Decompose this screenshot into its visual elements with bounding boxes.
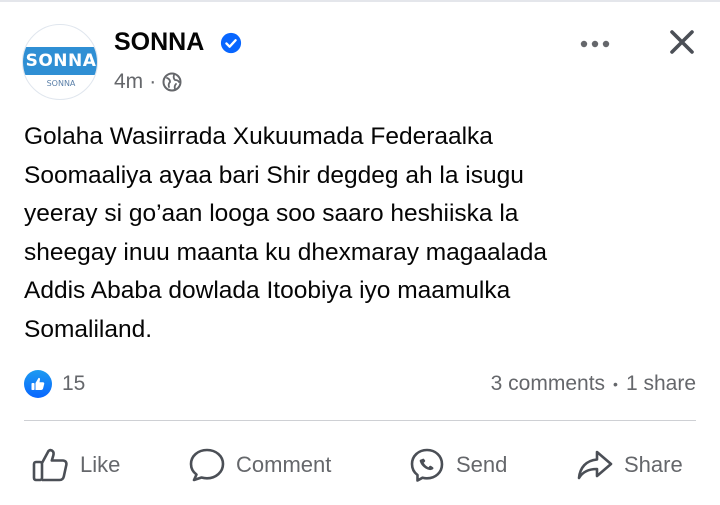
send-button[interactable]: Send (408, 440, 507, 490)
globe-icon (162, 72, 182, 92)
more-options-button[interactable] (574, 32, 616, 56)
page-name[interactable]: SONNA (114, 28, 204, 57)
post-meta: 4m · (114, 70, 182, 94)
thumbs-up-icon (32, 448, 68, 482)
comment-count[interactable]: 3 comments (491, 372, 605, 396)
meta-separator: · (149, 70, 157, 93)
share-count[interactable]: 1 share (626, 372, 696, 396)
send-label: Send (456, 452, 508, 477)
logo-text: SONNA (25, 51, 97, 71)
comment-bubble-icon (189, 448, 225, 482)
verified-badge-icon (220, 32, 242, 54)
close-icon (670, 30, 694, 54)
thumbs-up-mini-icon (31, 377, 45, 390)
comment-button[interactable]: Comment (188, 440, 331, 490)
post-stats: 15 3 comments • 1 share (0, 368, 720, 402)
post-text: Golaha Wasiirrada Xukuumada Federaalka S… (24, 123, 548, 343)
like-label: Like (80, 452, 121, 477)
stats-separator: • (613, 376, 618, 392)
logo-subtext: SONNA (46, 79, 76, 88)
avatar[interactable]: SONNA SONNA (22, 24, 98, 100)
action-bar: Like Comment Send Share (0, 440, 720, 490)
stats-right: 3 comments • 1 share (491, 372, 696, 396)
like-button[interactable]: Like (32, 440, 120, 490)
share-label: Share (624, 452, 683, 477)
actions-divider (24, 420, 696, 421)
like-reaction-icon[interactable] (24, 370, 52, 398)
close-button[interactable] (662, 22, 702, 62)
comment-label: Comment (236, 452, 332, 477)
share-button[interactable]: Share (576, 440, 683, 490)
top-divider (0, 0, 720, 2)
logo-band: SONNA (23, 47, 97, 75)
post-header: SONNA SONNA SONNA 4m · (0, 18, 720, 108)
like-count[interactable]: 15 (62, 372, 85, 396)
more-options-icon (580, 40, 610, 48)
share-arrow-icon (577, 450, 613, 480)
post-time[interactable]: 4m (114, 70, 143, 94)
messenger-icon (410, 448, 444, 482)
